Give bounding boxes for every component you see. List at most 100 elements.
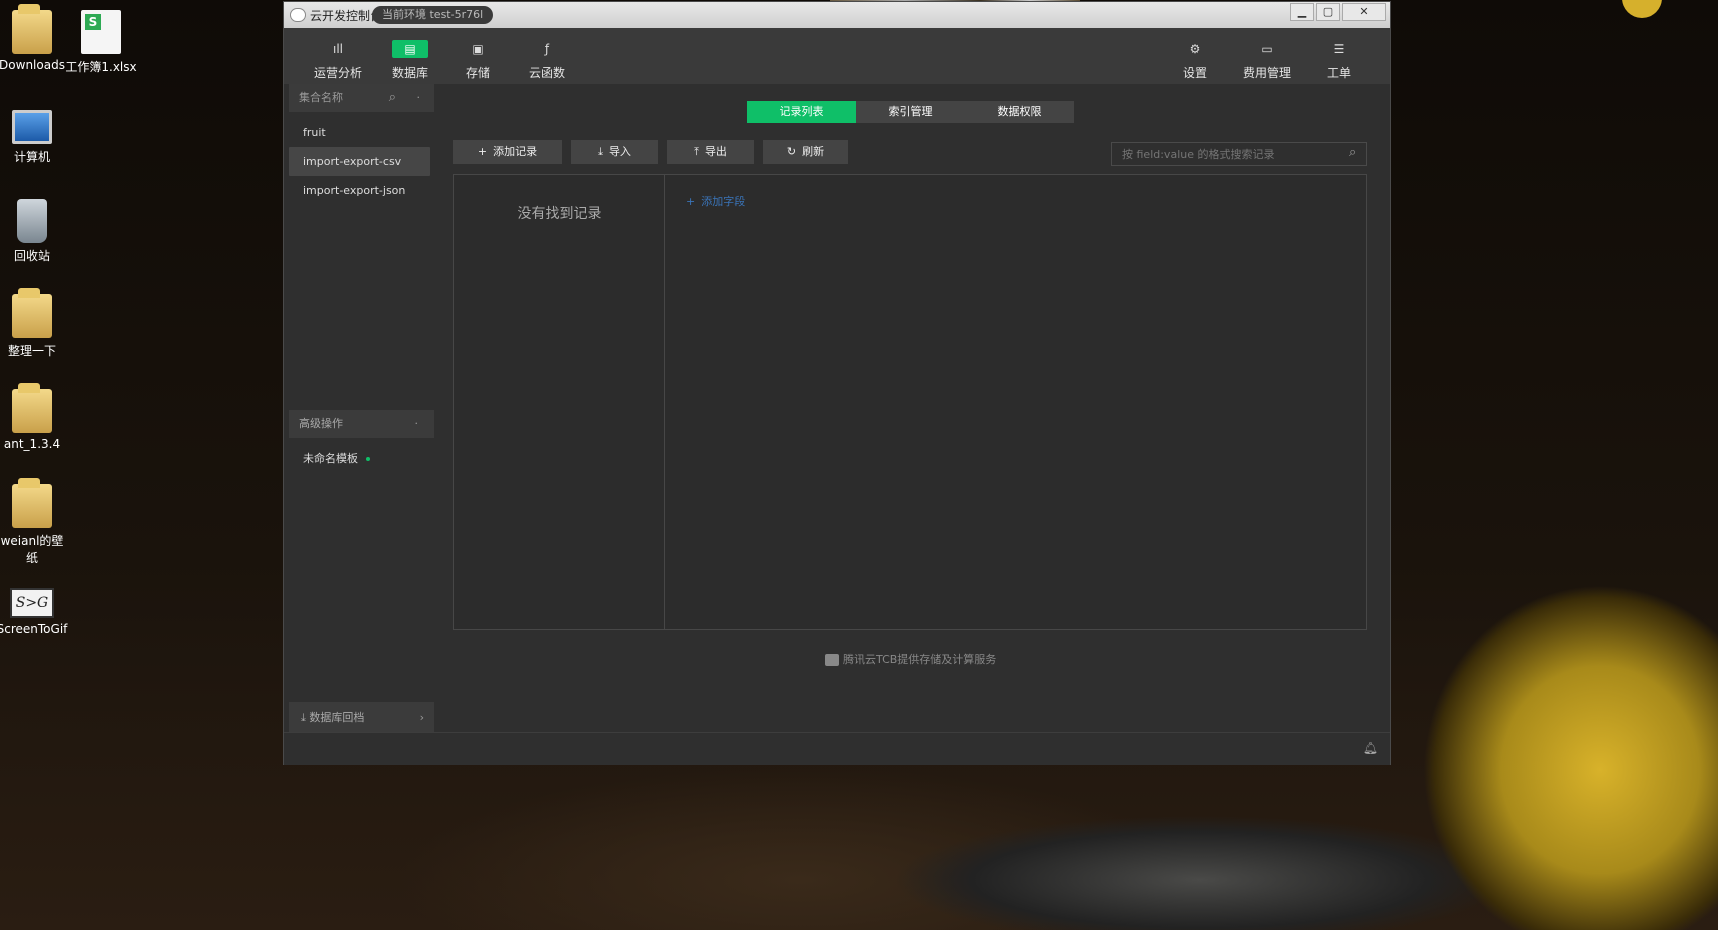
nav-cloud-functions[interactable]: ƒ 云函数: [515, 28, 579, 84]
rollback-label: 数据库回档: [309, 711, 365, 724]
content-tabs: 记录列表 索引管理 数据权限: [747, 101, 1074, 123]
footer-credit: 腾讯云TCB提供存储及计算服务: [825, 651, 996, 667]
nav-label: 存储: [465, 66, 490, 80]
nav-analytics[interactable]: ıll 运营分析: [306, 28, 370, 84]
import-label: 导入: [608, 145, 631, 158]
advanced-operations-label: 高级操作: [299, 417, 343, 430]
template-label: 未命名模板: [303, 452, 358, 465]
storage-icon: ▣: [472, 42, 484, 56]
tab-record-list[interactable]: 记录列表: [747, 101, 856, 123]
export-button[interactable]: ⤒ 导出: [667, 140, 754, 164]
records-list: 没有找到记录: [454, 175, 665, 629]
folder-icon: [12, 4, 52, 54]
app-window: 云开发控制台 当前环境 test-5r76l ▁ ▢ ✕ ıll 运营分析 ▤ …: [283, 1, 1391, 765]
refresh-icon: ↻: [786, 145, 797, 158]
billing-icon: ▭: [1261, 42, 1273, 56]
export-label: 导出: [704, 145, 727, 158]
desktop-icon-label: ScreenToGif: [0, 622, 68, 636]
nav-label: 费用管理: [1242, 66, 1291, 80]
footer-credit-text: 腾讯云TCB提供存储及计算服务: [843, 653, 997, 666]
chart-bars-icon: ıll: [332, 42, 343, 56]
collection-item[interactable]: import-export-csv: [289, 147, 430, 176]
desktop-icon-wallpapers[interactable]: weianl的壁纸: [0, 478, 69, 566]
collection-list: fruit import-export-csv import-export-js…: [289, 118, 434, 205]
cloud-function-icon: ƒ: [544, 42, 550, 56]
nav-tickets[interactable]: ☰ 工单: [1307, 28, 1371, 84]
nav-label: 运营分析: [313, 66, 362, 80]
desktop-icon-downloads[interactable]: Downloads: [0, 4, 69, 72]
add-template-icon[interactable]: ·: [415, 410, 419, 438]
status-bar: 🔔︎: [284, 732, 1390, 765]
ticket-icon: ☰: [1333, 42, 1345, 56]
add-collection-icon[interactable]: ·: [417, 84, 421, 112]
maximize-button[interactable]: ▢: [1316, 3, 1340, 21]
nav-settings[interactable]: ⚙ 设置: [1163, 28, 1227, 84]
desktop-icon-screentogif[interactable]: S>G ScreenToGif: [0, 580, 69, 636]
gear-icon: ⚙: [1189, 42, 1201, 56]
import-button[interactable]: ⤓ 导入: [571, 140, 658, 164]
folder-icon: [12, 288, 52, 338]
nav-database[interactable]: ▤ 数据库: [378, 28, 442, 84]
close-button[interactable]: ✕: [1342, 3, 1386, 21]
desktop-icon-label: Downloads: [0, 58, 65, 72]
refresh-label: 刷新: [802, 145, 825, 158]
plus-icon: +: [477, 145, 488, 158]
plus-icon: +: [686, 195, 696, 208]
minimize-button[interactable]: ▁: [1290, 3, 1314, 21]
collection-item[interactable]: import-export-json: [289, 176, 430, 205]
desktop-icon-ant[interactable]: ant_1.3.4: [0, 383, 69, 451]
record-search-input[interactable]: [1111, 142, 1367, 166]
advanced-operations-header[interactable]: 高级操作 ·: [289, 410, 434, 438]
nav-label: 数据库: [391, 66, 428, 80]
desktop-icon-label: 整理一下: [7, 344, 56, 358]
collection-header-label: 集合名称: [299, 91, 343, 104]
desktop-icon-label: 工作簿1.xlsx: [65, 60, 137, 74]
search-icon[interactable]: ⌕: [389, 84, 396, 112]
add-field-label: 添加字段: [701, 195, 746, 208]
add-record-button[interactable]: + 添加记录: [453, 140, 562, 164]
screentogif-icon: S>G: [10, 588, 54, 618]
desktop-icon-workbook[interactable]: 工作簿1.xlsx: [64, 10, 138, 75]
database-icon: ▤: [392, 40, 428, 58]
recycle-bin-icon: [17, 199, 47, 243]
nav-label: 工单: [1326, 66, 1351, 80]
collection-sidebar: 集合名称 ⌕ · fruit import-export-csv import-…: [289, 84, 434, 734]
collection-item[interactable]: fruit: [289, 118, 430, 147]
nav-label: 设置: [1182, 66, 1207, 80]
folder-icon: [12, 478, 52, 528]
refresh-button[interactable]: ↻ 刷新: [763, 140, 848, 164]
desktop-icon-label: ant_1.3.4: [3, 437, 61, 451]
desktop-icon-computer[interactable]: 计算机: [0, 104, 69, 165]
nav-billing[interactable]: ▭ 费用管理: [1235, 28, 1299, 84]
unsaved-dot-icon: [366, 457, 370, 461]
wechat-icon: [290, 8, 306, 22]
title-bar[interactable]: 云开发控制台 当前环境 test-5r76l ▁ ▢ ✕: [284, 2, 1390, 28]
top-navigation: ıll 运营分析 ▤ 数据库 ▣ 存储 ƒ 云函数 ⚙ 设置 ▭ 费用管理 ☰ …: [284, 28, 1390, 84]
desktop-icon-label: weianl的壁纸: [0, 534, 64, 565]
download-icon: ⤓: [598, 145, 603, 158]
database-rollback-button[interactable]: ⤓ 数据库回档 ›: [289, 702, 434, 733]
add-field-link[interactable]: + 添加字段: [686, 193, 745, 209]
desktop-icon-recycle-bin[interactable]: 回收站: [0, 199, 69, 264]
template-item[interactable]: 未命名模板: [303, 450, 370, 466]
tab-index-management[interactable]: 索引管理: [856, 101, 965, 123]
environment-badge[interactable]: 当前环境 test-5r76l: [372, 6, 494, 24]
chevron-right-icon: ›: [419, 711, 424, 724]
records-panel: 没有找到记录 + 添加字段: [453, 174, 1367, 630]
add-record-label: 添加记录: [493, 145, 538, 158]
desktop-icon-label: 计算机: [13, 150, 50, 164]
computer-icon: [12, 110, 52, 144]
search-icon[interactable]: ⌕: [1349, 145, 1356, 160]
tab-data-permissions[interactable]: 数据权限: [965, 101, 1074, 123]
upload-icon: ⤒: [694, 145, 699, 158]
collection-header: 集合名称 ⌕ ·: [289, 84, 434, 112]
empty-state-text: 没有找到记录: [517, 206, 602, 222]
window-controls: ▁ ▢ ✕: [1290, 3, 1386, 21]
bell-icon[interactable]: 🔔︎: [1363, 741, 1378, 755]
tencent-cloud-icon: [825, 654, 839, 666]
desktop-icon-organize[interactable]: 整理一下: [0, 288, 69, 359]
spreadsheet-icon: [81, 10, 121, 54]
folder-icon: [12, 383, 52, 433]
nav-storage[interactable]: ▣ 存储: [446, 28, 510, 84]
nav-label: 云函数: [528, 66, 565, 80]
